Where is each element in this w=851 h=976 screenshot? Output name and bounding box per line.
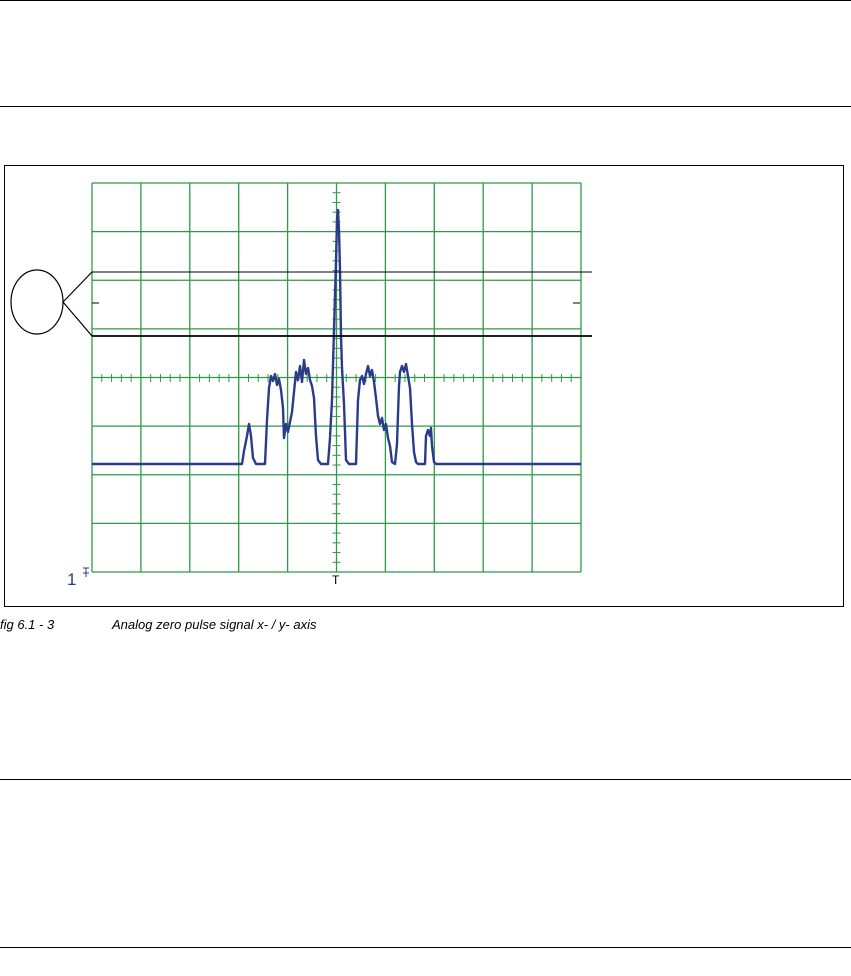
trigger-marker: T: [332, 573, 340, 587]
footer-rule-top: [0, 779, 851, 780]
footer-rule-bottom: [0, 947, 851, 948]
channel-marker: 1: [67, 570, 76, 589]
callout-circle: [10, 269, 64, 335]
channel-marker-arrow: [83, 567, 89, 577]
callout-leader-lower: [62, 301, 93, 337]
oscilloscope-figure: 1 T: [10, 182, 592, 589]
caption-text: Analog zero pulse signal x- / y- axis: [112, 617, 317, 632]
caption-number: fig 6.1 - 3: [0, 617, 55, 632]
callout-leader-upper: [62, 271, 93, 303]
